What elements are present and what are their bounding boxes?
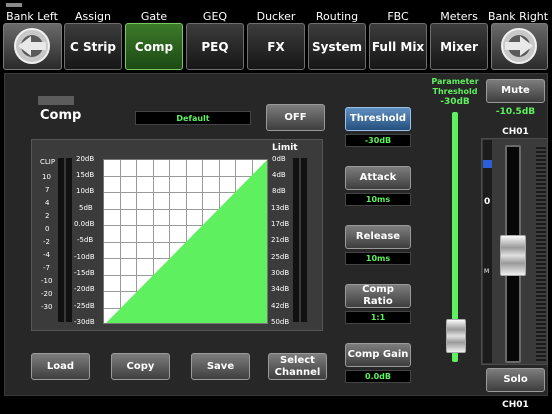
panel-title: Comp [40, 108, 82, 123]
threshold-button[interactable]: Threshold [345, 107, 411, 131]
output-scale-6: 25dB [271, 253, 290, 261]
output-meter-left [292, 157, 300, 323]
limit-label: Limit [272, 143, 298, 153]
bank-left-button[interactable] [3, 23, 62, 70]
select-channel-button[interactable]: Select Channel [268, 353, 327, 380]
attack-value: 10ms [345, 193, 411, 206]
arrow-right-icon [501, 28, 537, 64]
tab-c-strip[interactable]: C Strip [64, 23, 122, 70]
clip-scale-2: 7 [45, 186, 50, 194]
comp-gain-button[interactable]: Comp Gain [345, 343, 411, 367]
clip-scale-8: -7 [43, 264, 50, 272]
output-scale-7: 30dB [271, 269, 290, 277]
output-scale-0: 0dB [272, 155, 286, 163]
channel-m-mark: M [484, 268, 490, 275]
bank-left-label: Bank Left [6, 10, 58, 23]
clip-scale-4: 2 [45, 212, 50, 220]
channel-indicator-strip [483, 140, 492, 363]
input-meter-right [65, 157, 73, 323]
group-label-ducker: Ducker [256, 10, 296, 23]
input-scale-4: 0.0dB [74, 220, 95, 228]
group-label-gate: Gate [140, 10, 168, 23]
group-label-geq: GEQ [202, 10, 228, 23]
load-button[interactable]: Load [31, 353, 90, 380]
input-scale-3: 5dB [79, 204, 93, 212]
channel-level: -10.5dB [495, 107, 536, 117]
output-scale-1: 4dB [272, 171, 286, 179]
clip-scale-3: 4 [45, 199, 50, 207]
input-scale-1: 15dB [76, 171, 95, 179]
output-scale-8: 34dB [271, 285, 290, 293]
slider-title-line1: Parameter [431, 77, 479, 86]
comp-ratio-button[interactable]: Comp Ratio [345, 284, 411, 308]
output-scale-9: 42dB [271, 302, 290, 310]
group-label-routing: Routing [315, 10, 359, 23]
clip-scale-1: 10 [42, 173, 51, 181]
attack-button[interactable]: Attack [345, 166, 411, 190]
clip-scale-11: -30 [41, 303, 53, 311]
input-scale-7: -15dB [74, 269, 95, 277]
mute-button[interactable]: Mute [486, 79, 545, 103]
panel-header-mark [38, 96, 74, 105]
tab-fx[interactable]: FX [247, 23, 305, 70]
clip-scale-9: -10 [41, 277, 53, 285]
comp-gain-value: 0.0dB [345, 370, 411, 383]
group-label-assign: Assign [75, 10, 111, 23]
clip-scale-5: 0 [45, 225, 50, 233]
bank-right-button[interactable] [491, 23, 548, 70]
parameter-slider-handle[interactable] [446, 319, 466, 354]
channel-selected-indicator [483, 160, 492, 168]
slider-title-line2: Threshold [432, 87, 478, 96]
release-button[interactable]: Release [345, 225, 411, 249]
output-scale-2: 8dB [272, 187, 286, 195]
input-meter-left [57, 157, 65, 323]
channel-name: CH01 [502, 127, 529, 137]
channel-meter [536, 145, 546, 363]
input-scale-8: -20dB [74, 285, 95, 293]
input-scale-5: -5dB [77, 236, 94, 244]
tab-mixer[interactable]: Mixer [430, 23, 488, 70]
comp-ratio-value: 1:1 [345, 311, 411, 324]
input-scale-9: -25dB [74, 302, 95, 310]
copy-button[interactable]: Copy [111, 353, 170, 380]
save-button[interactable]: Save [191, 353, 250, 380]
input-scale-6: -10dB [74, 253, 95, 261]
clip-scale-10: -20 [41, 290, 53, 298]
output-scale-5: 21dB [271, 236, 290, 244]
compressor-curve-graph[interactable] [103, 159, 268, 324]
input-scale-2: 10dB [76, 187, 95, 195]
output-scale-3: 13dB [271, 204, 290, 212]
input-scale-0: 20dB [76, 155, 95, 163]
tab-system[interactable]: System [308, 23, 366, 70]
threshold-value: -30dB [345, 134, 411, 147]
clip-scale-6: -2 [43, 238, 50, 246]
solo-button[interactable]: Solo [486, 368, 545, 392]
output-meter-right [300, 157, 308, 323]
group-label-meters: Meters [440, 10, 478, 23]
channel-name-bottom: CH01 [502, 400, 529, 410]
clip-scale-0: CLIP [40, 158, 56, 166]
input-scale-10: -30dB [74, 318, 95, 326]
tab-full-mix[interactable]: Full Mix [369, 23, 427, 70]
channel-fader-handle[interactable] [500, 235, 526, 276]
group-label-fbc: FBC [387, 10, 409, 23]
slider-value: -30dB [440, 97, 470, 107]
off-button[interactable]: OFF [266, 104, 325, 131]
tab-comp[interactable]: Comp [125, 23, 183, 70]
output-scale-10: 50dB [271, 318, 290, 326]
tab-peq[interactable]: PEQ [186, 23, 244, 70]
release-value: 10ms [345, 252, 411, 265]
channel-zero-mark: 0 [484, 197, 491, 207]
top-indicator [6, 3, 22, 7]
clip-scale-7: -4 [43, 251, 50, 259]
output-scale-4: 17dB [271, 220, 290, 228]
bank-right-label: Bank Right [488, 10, 549, 23]
preset-name: Default [135, 111, 251, 125]
arrow-left-icon [14, 28, 50, 64]
